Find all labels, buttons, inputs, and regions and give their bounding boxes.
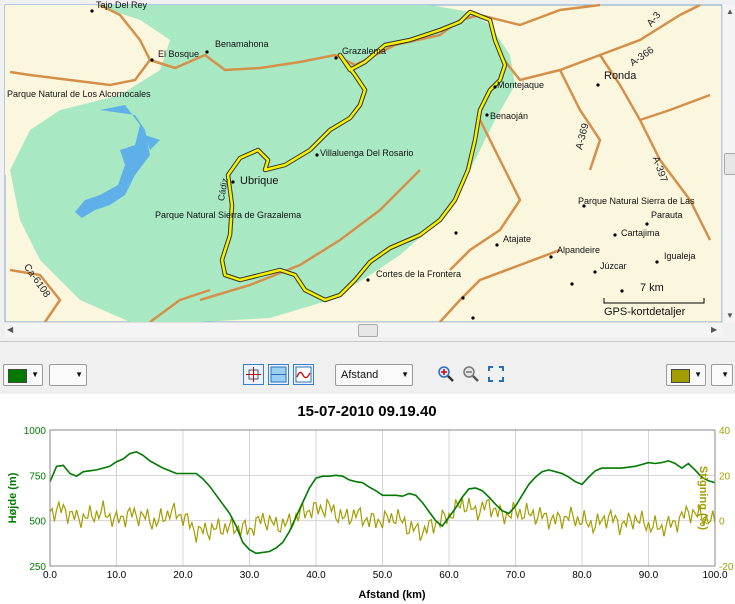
x-tick-label: 80.0	[572, 570, 592, 581]
y-axis-left-label: Højde (m)	[7, 472, 19, 523]
crosshair-button[interactable]	[243, 364, 264, 385]
right-series-select[interactable]: ▼	[711, 364, 733, 386]
graph-button[interactable]	[293, 364, 314, 385]
map-horizontal-scrollbar[interactable]: ◀ ▶	[5, 322, 722, 337]
label-ronda: Ronda	[604, 70, 637, 82]
x-tick-label: 10.0	[107, 570, 127, 581]
label-benaojan: Benaoján	[490, 111, 529, 121]
y-left-tick-label: 750	[29, 471, 46, 482]
map-detail-label: GPS-kortdetaljer	[604, 306, 686, 318]
map-hscroll-thumb[interactable]	[358, 324, 378, 337]
x-tick-label: 60.0	[439, 570, 459, 581]
label-el-bosque: El Bosque	[158, 49, 200, 59]
chevron-down-icon: ▼	[721, 370, 729, 379]
zoom-out-icon[interactable]	[462, 365, 480, 383]
left-series-color-button[interactable]: ▼	[3, 364, 43, 386]
label-parque-nieves: Parque Natural Sierra de Las	[578, 196, 695, 206]
label-igualeja: Igualeja	[664, 251, 696, 261]
label-parque-grazalema: Parque Natural Sierra de Grazalema	[155, 210, 302, 220]
chart-toolbar: ▼ ▼ Afstand ▼ ▼ ▼	[0, 356, 735, 394]
label-ubrique: Ubrique	[240, 175, 279, 187]
scroll-down-icon[interactable]: ▼	[726, 311, 734, 320]
y-right-tick-label: -20	[719, 562, 734, 573]
x-tick-label: 20.0	[173, 570, 193, 581]
right-series-color-button[interactable]: ▼	[666, 364, 706, 386]
left-series-select[interactable]: ▼	[49, 364, 87, 386]
axis-mode-select[interactable]: Afstand ▼	[335, 364, 413, 386]
label-villaluenga: Villaluenga Del Rosario	[320, 148, 414, 158]
label-alpandeire: Alpandeire	[557, 245, 601, 255]
x-tick-label: 90.0	[639, 570, 659, 581]
zoom-in-icon[interactable]	[437, 365, 455, 383]
y-left-tick-label: 1000	[24, 426, 47, 437]
x-tick-label: 40.0	[306, 570, 326, 581]
y-right-tick-label: 40	[719, 426, 731, 437]
crosshair-icon	[246, 367, 261, 382]
scroll-right-icon[interactable]: ▶	[711, 325, 717, 334]
y-right-tick-label: 0	[719, 517, 725, 528]
axis-mode-value: Afstand	[341, 369, 379, 381]
chevron-down-icon: ▼	[401, 370, 409, 379]
x-tick-label: 70.0	[506, 570, 526, 581]
label-benamahoma: Benamahona	[215, 39, 269, 49]
label-grazalema: Grazalema	[342, 46, 387, 56]
elevation-chart[interactable]: 0.0 10.0 20.0 30.0 40.0 50.0 60.0 70.0 80.0 90.0 1…	[0, 394, 735, 604]
chart-svg[interactable]: 0.0 10.0 20.0 30.0 40.0 50.0 60.0 70.0 80.0 90.0 1…	[0, 394, 735, 604]
right-color-swatch	[671, 369, 690, 383]
chart-title: 15-07-2010 09.19.40	[297, 403, 436, 420]
chevron-down-icon: ▼	[31, 370, 39, 379]
label-alcornocales: Parque Natural de Los Alcornocales	[7, 89, 151, 99]
x-tick-label: 50.0	[373, 570, 393, 581]
splitter[interactable]	[0, 341, 735, 357]
x-tick-label: 30.0	[240, 570, 260, 581]
y-axis-right-label: Stigning (%)	[697, 466, 709, 530]
chart-ticks: 0.0 10.0 20.0 30.0 40.0 50.0 60.0 70.0 80.0 90.0 1…	[24, 426, 734, 581]
scale-label: 7 km	[640, 282, 664, 294]
map-vscroll-thumb[interactable]	[724, 153, 735, 175]
scroll-left-icon[interactable]: ◀	[7, 325, 13, 334]
scroll-up-icon[interactable]: ▲	[726, 7, 734, 16]
split-view-icon	[270, 366, 287, 383]
label-montejaque: Montejaque	[497, 80, 545, 90]
chevron-down-icon: ▼	[694, 370, 702, 379]
map-vertical-scrollbar[interactable]: ▲ ▼	[722, 5, 735, 323]
y-left-tick-label: 500	[29, 517, 46, 528]
label-parauta: Parauta	[651, 210, 683, 220]
x-axis-label: Afstand (km)	[358, 589, 426, 601]
y-left-tick-label: 250	[29, 562, 46, 573]
graph-icon	[295, 366, 312, 383]
label-atajate: Atajate	[503, 234, 532, 244]
label-tajo: Tajo Del Rey	[96, 0, 148, 10]
chart-grid	[49, 429, 716, 567]
left-color-swatch	[8, 369, 27, 383]
map-view[interactable]: Tajo Del Rey Benamahona El Bosque Grazal…	[0, 0, 735, 341]
y-right-tick-label: 20	[719, 471, 731, 482]
label-cartajima: Cartajima	[621, 228, 660, 238]
label-juzcar: Júzcar	[600, 261, 627, 271]
label-cortes: Cortes de la Frontera	[376, 269, 462, 279]
split-view-button[interactable]	[268, 364, 289, 385]
fit-icon[interactable]	[487, 365, 505, 383]
chevron-down-icon: ▼	[75, 370, 83, 379]
